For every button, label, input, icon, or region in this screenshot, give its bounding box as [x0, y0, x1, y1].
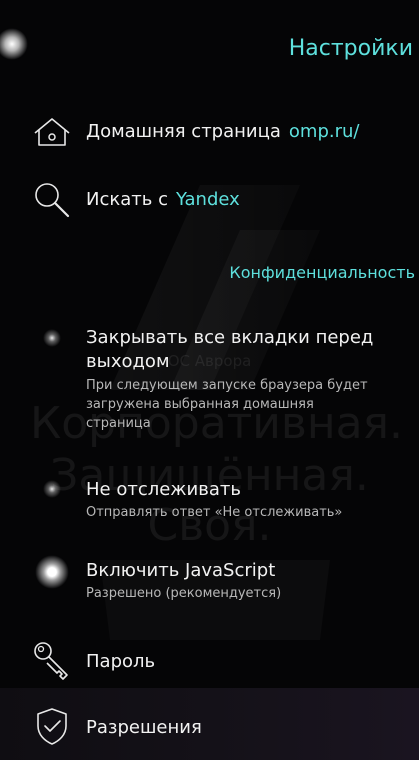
javascript-title: Включить JavaScript [86, 560, 276, 581]
search-icon [35, 183, 70, 218]
homepage-value: omp.ru/ [288, 121, 360, 142]
close-tabs-desc-line-3: страница [86, 416, 151, 431]
close-tabs-switch[interactable] [43, 329, 61, 347]
close-tabs-description: При следующем запуске браузера будет заг… [86, 376, 368, 433]
do-not-track-toggle[interactable]: Не отслеживать Отправлять ответ «Не отсл… [0, 474, 419, 534]
permissions-label: Разрешения [86, 717, 202, 738]
javascript-toggle[interactable]: Включить JavaScript Разрешено (рекоменду… [0, 555, 419, 616]
homepage-row[interactable]: Домашняя страница omp.ru/ [0, 108, 419, 158]
close-tabs-toggle[interactable]: Закрывать все вкладки перед выходом При … [0, 320, 419, 440]
close-tabs-title-line-2: выходом [86, 351, 170, 372]
do-not-track-switch[interactable] [43, 480, 61, 498]
search-engine-label: Искать с Yandex [86, 189, 240, 210]
homepage-label-text: Домашняя страница [86, 121, 281, 142]
homepage-label: Домашняя страница omp.ru/ [86, 121, 359, 142]
pulley-indicator [0, 28, 28, 60]
shield-icon [37, 708, 67, 745]
privacy-section-header: Конфиденциальность [229, 263, 415, 282]
javascript-switch[interactable] [35, 555, 69, 589]
page-title: Настройки [288, 36, 413, 61]
home-icon [34, 118, 70, 146]
javascript-description: Разрешено (рекомендуется) [86, 586, 282, 601]
close-tabs-title-line-1: Закрывать все вкладки перед [86, 327, 374, 348]
close-tabs-desc-line-2: загружена выбранная домашняя [86, 397, 314, 412]
permissions-row[interactable]: Разрешения [0, 702, 419, 752]
search-engine-row[interactable]: Искать с Yandex [0, 176, 419, 226]
do-not-track-description: Отправлять ответ «Не отслеживать» [86, 505, 343, 520]
password-row[interactable]: Пароль [0, 636, 419, 686]
key-icon [34, 642, 68, 680]
close-tabs-title: Закрывать все вкладки перед выходом [86, 326, 373, 374]
search-engine-label-text: Искать с [86, 189, 168, 210]
search-engine-value: Yandex [175, 189, 240, 210]
do-not-track-title: Не отслеживать [86, 479, 241, 500]
close-tabs-desc-line-1: При следующем запуске браузера будет [86, 378, 368, 393]
password-label: Пароль [86, 651, 156, 672]
settings-screen: ОС Аврора Корпоративная. Защищённая. Сво… [0, 0, 419, 760]
